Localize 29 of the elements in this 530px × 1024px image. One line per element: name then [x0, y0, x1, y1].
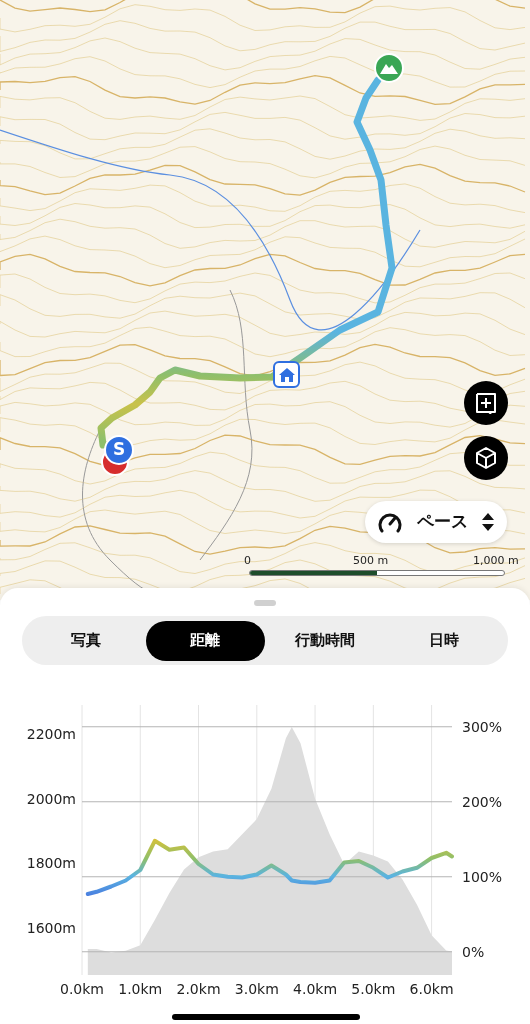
axis-label: 1600m: [26, 920, 76, 937]
axis-label: 3.0km: [234, 981, 279, 997]
tab[interactable]: 写真: [26, 620, 146, 661]
axis-label: 5.0km: [351, 981, 396, 997]
scale-label: 0: [244, 553, 251, 569]
tab[interactable]: 距離: [145, 620, 265, 661]
pace-selector[interactable]: ペース: [365, 501, 507, 543]
up-down-chevron-icon: [481, 512, 495, 532]
axis-label: 300%: [462, 718, 503, 735]
axis-label: 4.0km: [293, 981, 338, 997]
scale-label: 500 m: [353, 553, 389, 569]
axis-label: 200%: [462, 793, 503, 810]
axis-label: 2200m: [26, 726, 76, 743]
axis-label: 2.0km: [176, 981, 221, 997]
axis-label: 0.0km: [60, 981, 104, 997]
hut-marker-icon: [273, 361, 300, 388]
drag-handle[interactable]: [254, 600, 276, 606]
axis-label: 1.0km: [118, 981, 163, 997]
axis-label: 6.0km: [409, 981, 454, 997]
tab[interactable]: 行動時間: [265, 620, 385, 661]
axis-label: 2000m: [26, 790, 76, 807]
speedometer-icon: [377, 511, 403, 533]
tab[interactable]: 日時: [384, 620, 504, 661]
cube-icon: [474, 446, 498, 470]
add-note-icon: [475, 392, 497, 414]
scale-label: 1,000 m: [473, 553, 519, 569]
axis-label: 100%: [462, 868, 503, 885]
axis-label: 1800m: [26, 855, 76, 872]
axis-label: 0%: [462, 943, 485, 960]
